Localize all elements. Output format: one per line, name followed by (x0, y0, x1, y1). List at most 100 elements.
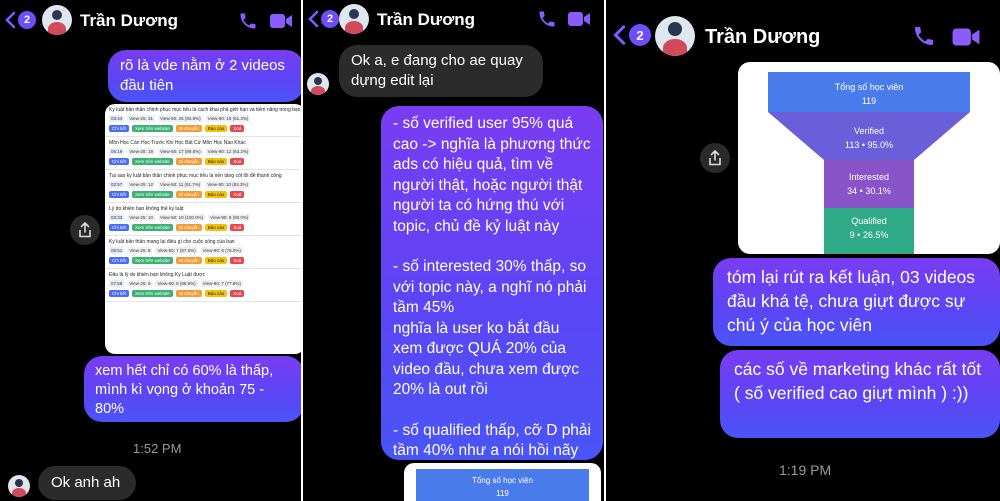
avatar[interactable] (42, 5, 72, 35)
delete-button[interactable]: Xoá (230, 224, 245, 231)
table-screenshot[interactable]: Kỷ luật bản thân chinh phục mục tiêu là … (105, 104, 301, 354)
funnel-stage-interested (824, 160, 914, 208)
funnel-label: Tổng số học viên (834, 82, 904, 92)
share-button[interactable] (700, 143, 730, 173)
view-on-website-button[interactable]: Xem trên website (132, 224, 173, 231)
duration-badge: 07:58 (109, 280, 125, 287)
message-bubble[interactable]: Ok a, e đang cho ae quay dựng edit lại (339, 45, 543, 97)
view50-stat: View-50: 7 (87.5%) (155, 247, 198, 254)
table-row: Môn Học Cần Học Trước Khi Học Bất Cứ Môn… (105, 137, 301, 170)
detail-button[interactable]: Chi tiết (109, 191, 130, 198)
move-button[interactable]: Di chuyển (175, 125, 202, 132)
table-row: Kỷ luật bản thân mang lại điều gì cho cu… (105, 236, 301, 269)
view25-stat: View-25: 10 (127, 214, 155, 221)
back-button[interactable]: 2 (612, 24, 651, 46)
detail-button[interactable]: Chi tiết (109, 224, 130, 231)
share-icon (709, 150, 721, 166)
avatar[interactable] (8, 475, 30, 497)
delete-button[interactable]: Xoá (230, 158, 245, 165)
message-bubble[interactable]: - số verified user 95% quá cao -> nghĩa … (381, 106, 603, 460)
report-button[interactable]: Báo cáo (204, 290, 228, 297)
video-title: Môn Học Cần Học Trước Khi Học Bất Cứ Môn… (109, 140, 246, 146)
view-on-website-button[interactable]: Xem trên website (132, 257, 173, 264)
chat-header: 2 Trần Dương (0, 0, 301, 42)
delete-button[interactable]: Xoá (230, 125, 245, 132)
move-button[interactable]: Di chuyển (175, 290, 202, 297)
detail-button[interactable]: Chi tiết (109, 257, 130, 264)
view-on-website-button[interactable]: Xem trên website (132, 290, 173, 297)
message-bubble[interactable]: các số về marketing khác rất tốt ( số ve… (720, 350, 1000, 438)
report-button[interactable]: Báo cáo (204, 191, 228, 198)
funnel-value: 119 (861, 96, 877, 106)
video-camera-icon[interactable] (951, 26, 981, 48)
back-button[interactable]: 2 (4, 11, 36, 29)
detail-button[interactable]: Chi tiết (109, 290, 130, 297)
view90-stat: View-90: 19 (61.3%) (205, 115, 251, 122)
delete-button[interactable]: Xoá (230, 290, 245, 297)
video-title: Kỷ luật bản thân chinh phục mục tiêu là … (109, 107, 301, 113)
detail-button[interactable]: Chi tiết (109, 125, 130, 132)
phone-icon[interactable] (238, 11, 258, 31)
view50-stat: View-50: 10 (100.0%) (157, 214, 206, 221)
view-on-website-button[interactable]: Xem trên website (132, 125, 173, 132)
view90-stat: View-90: 10 (83.3%) (205, 181, 251, 188)
funnel-screenshot-preview[interactable]: Tổng số học viên 119 (404, 463, 601, 501)
report-button[interactable]: Báo cáo (204, 125, 228, 132)
contact-name[interactable]: Trần Dương (705, 26, 820, 49)
chat-header: 2 Trần Dương (303, 0, 604, 40)
duration-badge: 03:33 (109, 214, 125, 221)
avatar[interactable] (307, 73, 329, 95)
move-button[interactable]: Di chuyển (175, 158, 202, 165)
message-bubble[interactable]: Ok anh ah (38, 466, 136, 500)
message-text: Ok anh ah (51, 474, 121, 491)
delete-button[interactable]: Xoá (230, 257, 245, 264)
funnel-label: Qualified (851, 216, 887, 226)
funnel-label: Interested (848, 172, 890, 182)
avatar[interactable] (655, 16, 695, 56)
phone-icon[interactable] (912, 24, 936, 48)
delete-button[interactable]: Xoá (230, 191, 245, 198)
row-actions: Chi tiết Xem trên website Di chuyển Báo cáo… (109, 290, 301, 297)
video-camera-icon[interactable] (567, 10, 591, 28)
video-table: Kỷ luật bản thân chinh phục mục tiêu là … (105, 104, 301, 302)
back-button[interactable]: 2 (307, 10, 339, 28)
share-button[interactable] (70, 215, 100, 245)
video-title: Lý do khiến bạn không thể kỷ luật (109, 206, 184, 212)
funnel-value: 113 • 95.0% (844, 140, 894, 150)
message-text: Ok a, e đang cho ae quay dựng edit lại (351, 52, 523, 89)
avatar[interactable] (339, 4, 369, 34)
message-text: tóm lại rút ra kết luận, 03 videos đầu k… (727, 267, 976, 335)
funnel-stage-verified (768, 112, 970, 160)
video-title: Kỷ luật bản thân mang lại điều gì cho cu… (109, 239, 235, 245)
phone-icon[interactable] (537, 9, 557, 29)
report-button[interactable]: Báo cáo (204, 257, 228, 264)
chat-panel-1: 2 Trần Dương rõ là vde nằm ở 2 videos đầ… (0, 0, 301, 501)
view-on-website-button[interactable]: Xem trên website (132, 158, 173, 165)
unread-badge: 2 (629, 24, 651, 46)
funnel-label: Verified (853, 126, 885, 136)
view90-stat: View-90: 6 (75.0%) (200, 247, 243, 254)
video-title: Tại sao kỷ luật bản thân chinh phục mục … (109, 173, 282, 179)
message-bubble[interactable]: xem hết chỉ có 60% là thấp, mình kì vọng… (84, 356, 301, 422)
view90-stat: View-90: 7 (77.8%) (200, 280, 243, 287)
unread-badge: 2 (321, 10, 339, 28)
message-bubble[interactable]: tóm lại rút ra kết luận, 03 videos đầu k… (713, 258, 1000, 346)
move-button[interactable]: Di chuyển (175, 191, 202, 198)
view25-stat: View-25: 19 (127, 148, 155, 155)
move-button[interactable]: Di chuyển (175, 257, 202, 264)
message-bubble[interactable]: rõ là vde nằm ở 2 videos đầu tiên (108, 50, 301, 102)
funnel-stage-total (768, 72, 970, 112)
funnel-screenshot[interactable]: Tổng số học viên 119 Verified 113 • 95.0… (738, 62, 1000, 254)
contact-name[interactable]: Trần Dương (377, 10, 475, 30)
message-text: - số verified user 95% quá cao -> nghĩa … (393, 114, 591, 462)
video-stats: 02:57 View-25: 12 View-50: 11 (91.7%) View-… (109, 181, 301, 188)
video-camera-icon[interactable] (269, 12, 293, 30)
duration-badge: 08:51 (109, 247, 125, 254)
move-button[interactable]: Di chuyển (175, 224, 202, 231)
view-on-website-button[interactable]: Xem trên website (132, 191, 173, 198)
report-button[interactable]: Báo cáo (204, 224, 228, 231)
report-button[interactable]: Báo cáo (204, 158, 228, 165)
view50-stat: View-50: 25 (83.9%) (157, 115, 203, 122)
contact-name[interactable]: Trần Dương (80, 11, 178, 31)
detail-button[interactable]: Chi tiết (109, 158, 130, 165)
